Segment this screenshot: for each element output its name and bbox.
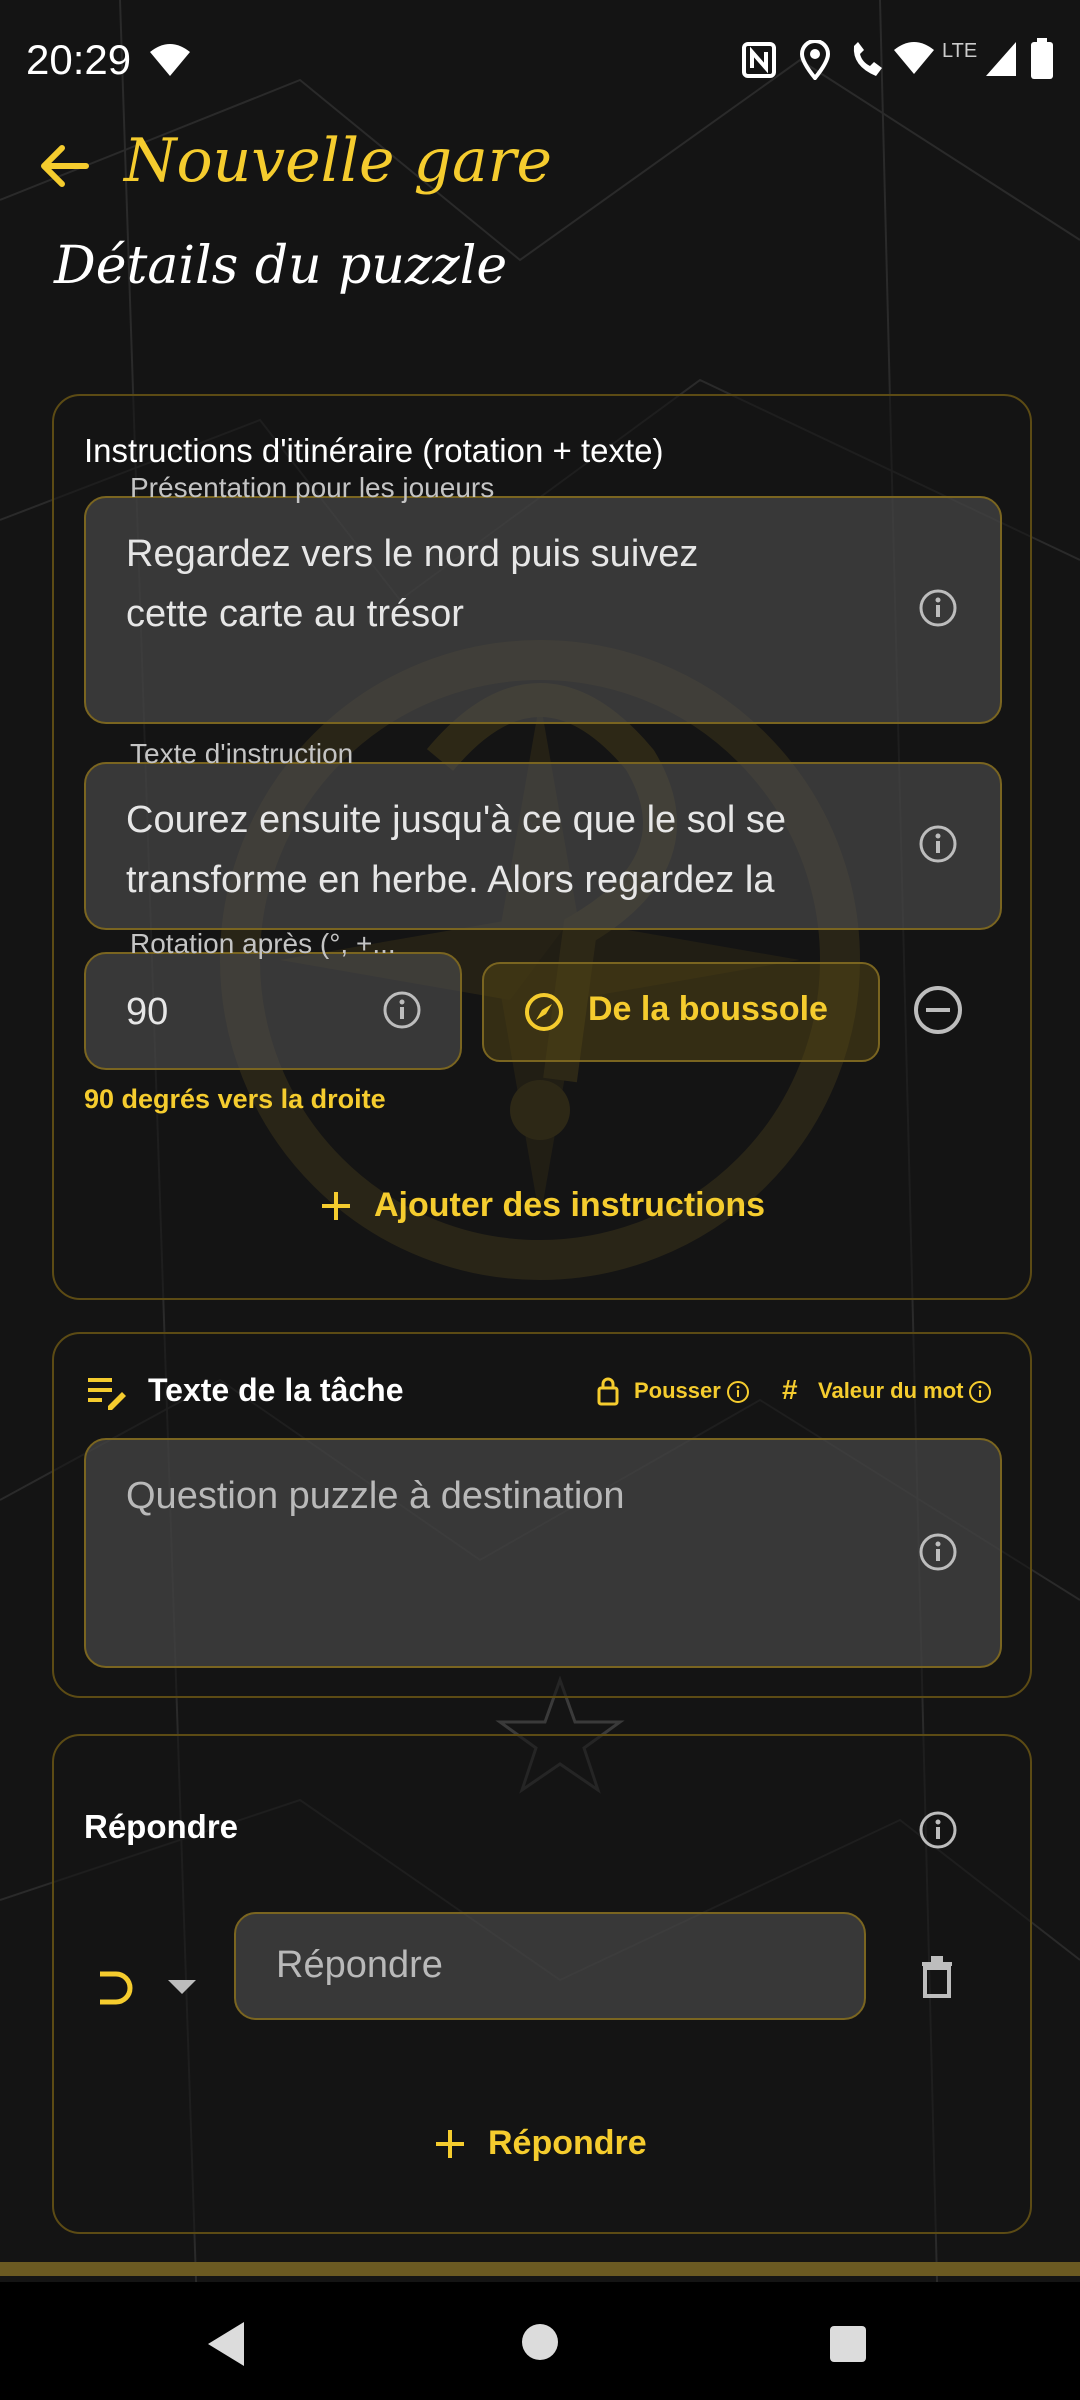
instruction-text-field[interactable]: Texte d'instruction Courez ensuite jusqu… [84, 738, 1002, 930]
compass-icon [525, 993, 563, 1031]
location-icon [800, 40, 830, 80]
info-icon[interactable] [918, 1810, 958, 1850]
answer-card: Répondre Répondre Répondre [52, 1734, 1032, 2234]
chevron-down-icon [168, 1980, 196, 1994]
hash-icon: # [782, 1374, 798, 1405]
add-answer-button[interactable]: Répondre [432, 2122, 652, 2166]
presentation-label: Présentation pour les joueurs [130, 472, 495, 503]
wifi-calling-icon [853, 42, 882, 76]
route-card-title: Instructions d'itinéraire (rotation + te… [84, 432, 664, 469]
battery-icon [1031, 38, 1053, 79]
app-bar-title: Nouvelle gare [124, 126, 552, 196]
word-value-chip[interactable]: # Valeur du mot [782, 1374, 1012, 1410]
answer-input[interactable]: Répondre [234, 1912, 866, 2020]
remove-circle-icon[interactable] [912, 984, 964, 1036]
info-icon[interactable] [968, 1380, 992, 1404]
info-icon[interactable] [918, 824, 958, 864]
superset-symbol-icon [100, 1971, 133, 2005]
network-type: LTE [942, 40, 978, 62]
rotation-value: 90 [126, 991, 169, 1033]
edit-notes-icon [88, 1378, 126, 1410]
rotation-field[interactable]: Rotation après (°, +... 90 [84, 928, 462, 1070]
answer-card-title: Répondre [84, 1808, 239, 1845]
nav-back-icon[interactable] [204, 2320, 248, 2368]
word-value-label: Valeur du mot [818, 1378, 964, 1403]
plus-icon [322, 1192, 350, 1220]
rotation-helper-text: 90 degrés vers la droite [84, 1084, 386, 1114]
task-card-title: Texte de la tâche [148, 1372, 404, 1408]
rotation-label: Rotation après (°, +... [130, 928, 396, 959]
task-question-field[interactable]: Question puzzle à destination [84, 1438, 1002, 1668]
back-arrow-icon[interactable] [36, 138, 92, 194]
task-question-placeholder: Question puzzle à destination [126, 1475, 625, 1517]
lock-icon [597, 1377, 619, 1406]
signal-icon [986, 42, 1016, 76]
instruction-value: Courez ensuite jusqu'à ce que le sol se … [126, 799, 786, 901]
page-title: Détails du puzzle [54, 236, 508, 296]
status-bar: 20:29 LTE [0, 0, 1080, 120]
compass-button-label: De la boussole [588, 990, 828, 1028]
route-instructions-card: Instructions d'itinéraire (rotation + te… [52, 394, 1032, 1300]
add-instructions-label: Ajouter des instructions [374, 1186, 766, 1224]
instruction-label: Texte d'instruction [130, 738, 354, 769]
add-answer-label: Répondre [488, 2124, 647, 2162]
nfc-icon [742, 42, 776, 78]
info-icon[interactable] [726, 1380, 750, 1404]
status-time: 20:29 [26, 36, 132, 83]
trash-icon[interactable] [920, 1956, 954, 1998]
info-icon[interactable] [918, 1532, 958, 1572]
presentation-value: Regardez vers le nord puis suivez cette … [126, 533, 699, 635]
system-navigation-bar [0, 2282, 1080, 2400]
plus-icon [436, 2130, 464, 2158]
info-icon[interactable] [382, 990, 422, 1030]
wifi-icon [150, 44, 190, 76]
presentation-field[interactable]: Présentation pour les joueurs Regardez v… [84, 472, 1002, 724]
push-label: Pousser [634, 1378, 721, 1403]
info-icon[interactable] [918, 588, 958, 628]
answer-placeholder: Répondre [276, 1944, 443, 1986]
from-compass-button[interactable]: De la boussole [482, 962, 880, 1062]
push-chip[interactable]: Pousser [596, 1374, 766, 1410]
nav-recents-icon[interactable] [828, 2324, 868, 2364]
task-text-card: Texte de la tâche Pousser # Valeur du mo… [52, 1332, 1032, 1698]
nav-home-icon[interactable] [520, 2322, 560, 2362]
wifi-icon [894, 42, 934, 74]
operator-dropdown[interactable] [94, 1962, 204, 2012]
